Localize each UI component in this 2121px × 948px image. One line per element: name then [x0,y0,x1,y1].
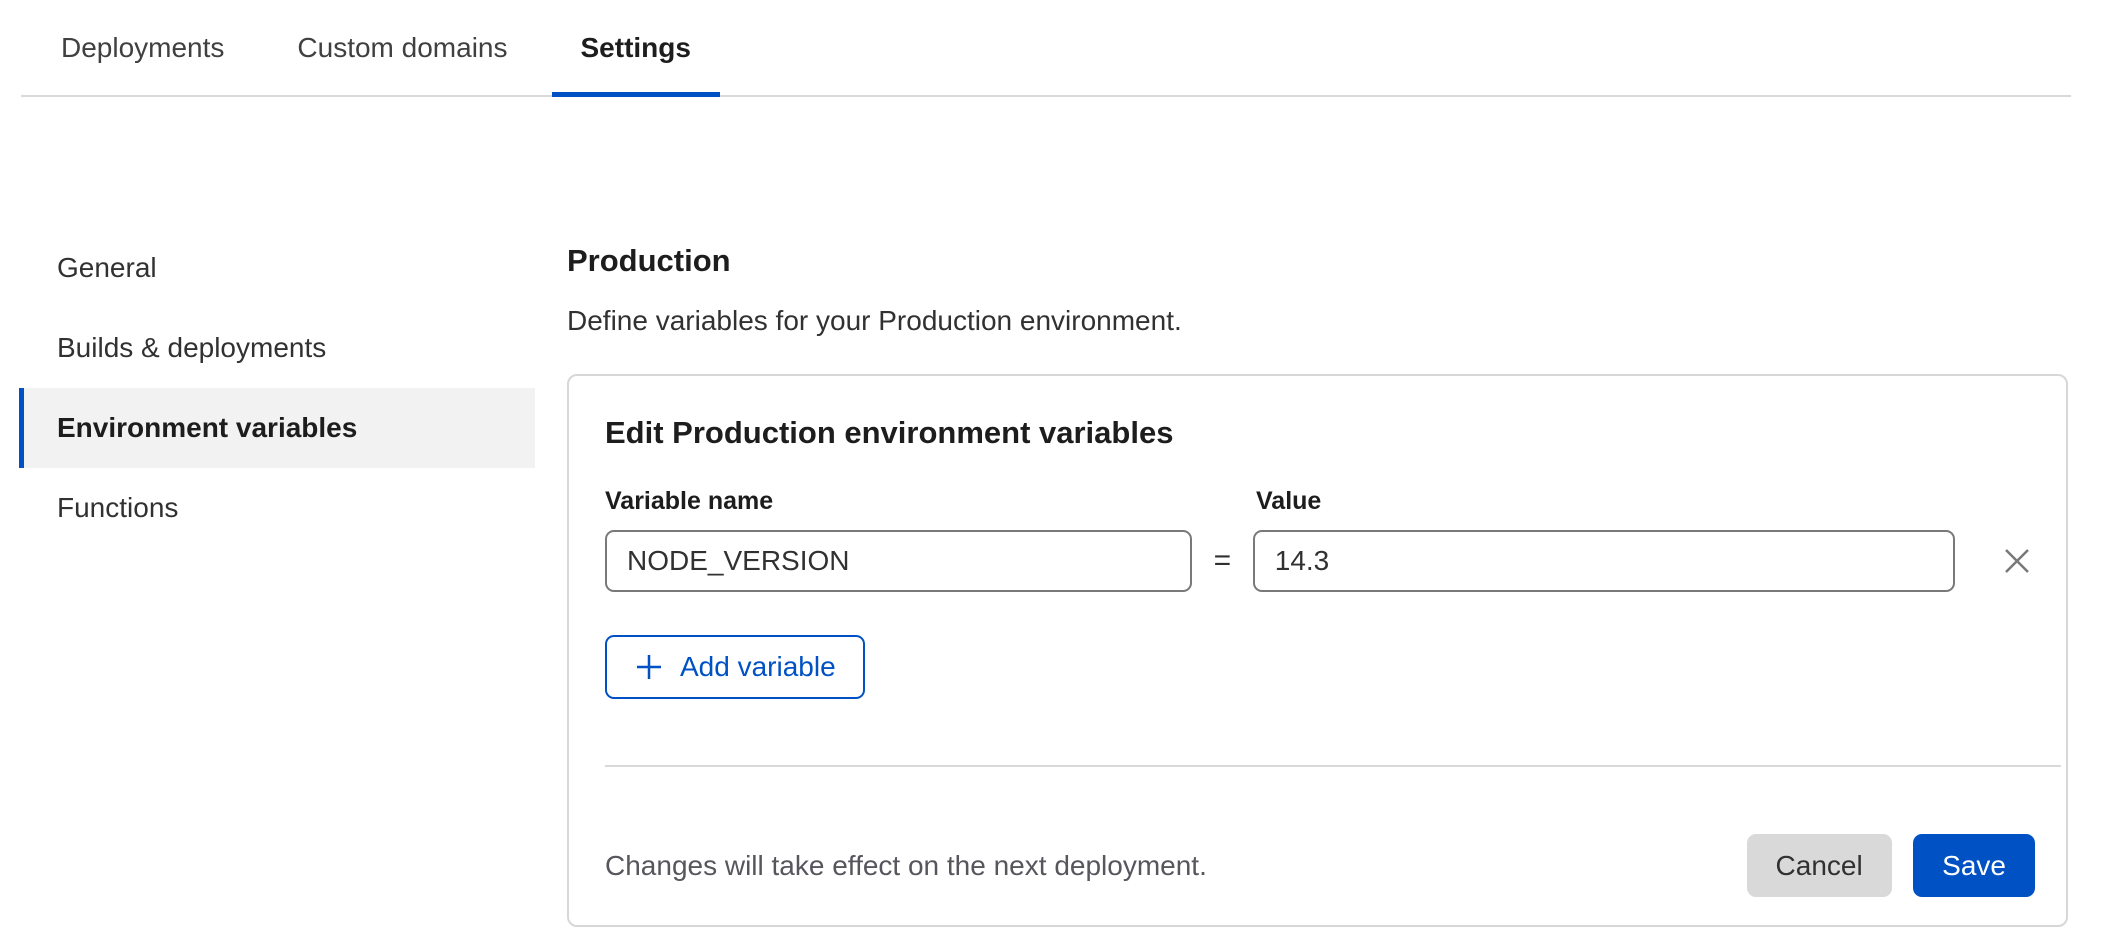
field-labels-row: Variable name Value [605,486,2035,516]
variable-value-input[interactable] [1253,530,1955,592]
tab-settings[interactable]: Settings [552,0,720,95]
variable-name-input[interactable] [605,530,1192,592]
sidebar-item-environment-variables[interactable]: Environment variables [19,388,535,468]
remove-variable-button[interactable] [1999,543,2035,579]
equals-sign: = [1192,544,1253,578]
tab-bar: Deployments Custom domains Settings [21,0,2071,97]
tab-deployments[interactable]: Deployments [32,0,253,95]
value-label: Value [1256,486,1321,516]
close-icon [2001,545,2033,577]
save-button[interactable]: Save [1913,834,2035,897]
add-variable-button[interactable]: Add variable [605,635,865,699]
tab-custom-domains[interactable]: Custom domains [268,0,536,95]
environment-variables-card: Edit Production environment variables Va… [567,374,2068,927]
footer-actions: Cancel Save [1747,834,2035,897]
card-title: Edit Production environment variables [605,414,2035,452]
variable-name-label: Variable name [605,486,1256,516]
cancel-button[interactable]: Cancel [1747,834,1892,897]
variable-row: = [605,530,2035,592]
footer-note: Changes will take effect on the next dep… [605,850,1207,882]
card-divider [605,765,2061,767]
settings-sidebar: General Builds & deployments Environment… [19,228,535,548]
sidebar-item-general[interactable]: General [19,228,535,308]
plus-icon [634,652,664,682]
sidebar-item-builds-deployments[interactable]: Builds & deployments [19,308,535,388]
page-title: Production [567,242,2068,280]
settings-content: Production Define variables for your Pro… [567,228,2068,927]
sidebar-item-functions[interactable]: Functions [19,468,535,548]
card-footer: Changes will take effect on the next dep… [605,834,2035,897]
add-variable-label: Add variable [680,651,836,683]
page-description: Define variables for your Production env… [567,304,2068,338]
